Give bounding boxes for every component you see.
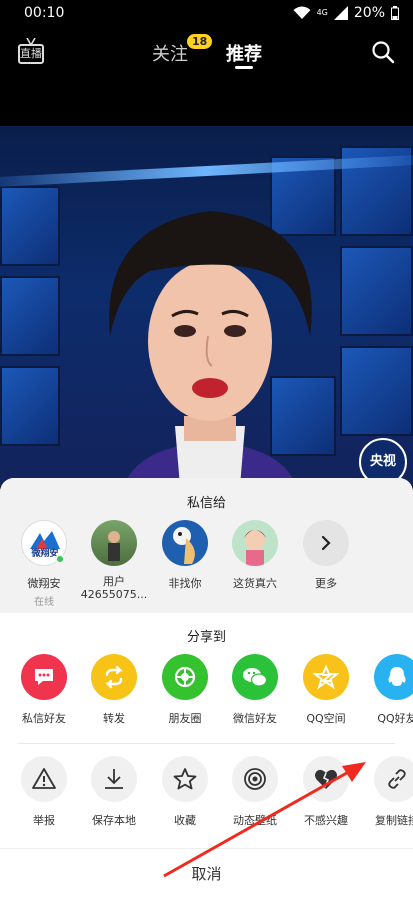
qzone-icon	[313, 664, 339, 690]
favorite-button[interactable]: 收藏	[150, 756, 220, 828]
more-circle	[303, 520, 349, 566]
contact-item[interactable]: 这货真六	[220, 520, 290, 591]
wechat-icon	[243, 668, 268, 687]
wallpaper-icon	[244, 768, 266, 790]
action-label: 动态壁纸	[233, 814, 277, 827]
share-qzone-button[interactable]: QQ空间	[291, 654, 361, 726]
battery-percent: 20%	[353, 5, 385, 21]
action-label: 举报	[33, 814, 55, 827]
contact-name: 这货真六	[233, 577, 277, 590]
tab-follow[interactable]: 关注	[152, 40, 188, 66]
action-circle	[232, 756, 278, 802]
share-moments-button[interactable]: 朋友圈	[150, 654, 220, 726]
action-label: 保存本地	[92, 814, 136, 827]
share-sheet: 私信给 微翔安 微翔安 在线 用户42655075... 非找你 这货真六 更多…	[0, 478, 413, 905]
online-indicator	[55, 554, 65, 564]
status-bar: 00:10 4G 20%	[0, 0, 413, 28]
battery-icon	[391, 6, 399, 20]
share-qq-button[interactable]: QQ好友	[362, 654, 413, 726]
action-circle	[21, 756, 67, 802]
share-label: QQ好友	[377, 712, 413, 725]
not-interested-button[interactable]: 不感兴趣	[291, 756, 361, 828]
tab-active-indicator	[235, 66, 253, 69]
status-icons: 4G 20%	[293, 5, 399, 21]
share-circle	[21, 654, 67, 700]
warning-icon	[32, 768, 56, 789]
action-label: 收藏	[174, 814, 196, 827]
share-label: 私信好友	[22, 712, 66, 725]
action-label: 不感兴趣	[304, 814, 348, 827]
share-label: 转发	[103, 712, 125, 725]
video-player[interactable]: 央视	[0, 126, 413, 486]
contact-name: 微翔安	[27, 577, 61, 590]
qq-icon	[388, 667, 406, 686]
private-message-section: 私信给 微翔安 微翔安 在线 用户42655075... 非找你 这货真六 更多	[0, 478, 413, 613]
share-to-title: 分享到	[186, 630, 226, 645]
save-local-button[interactable]: 保存本地	[79, 756, 149, 828]
link-icon	[388, 769, 406, 789]
action-circle	[303, 756, 349, 802]
share-label: QQ空间	[306, 712, 346, 725]
share-repost-button[interactable]: 转发	[79, 654, 149, 726]
share-circle	[162, 654, 208, 700]
avatar	[91, 520, 137, 566]
repost-icon	[105, 665, 123, 689]
action-circle	[91, 756, 137, 802]
contact-name: 用户42655075...	[80, 575, 148, 601]
network-type: 4G	[316, 8, 328, 17]
status-time: 00:10	[24, 5, 65, 21]
contact-item[interactable]: 微翔安 微翔安 在线	[9, 520, 79, 608]
share-circle	[232, 654, 278, 700]
share-label: 微信好友	[233, 712, 277, 725]
live-label: 直播	[18, 44, 44, 64]
share-circle	[91, 654, 137, 700]
wifi-icon	[293, 6, 311, 19]
broken-heart-icon	[315, 769, 337, 789]
action-circle	[374, 756, 413, 802]
copy-link-button[interactable]: 复制链接	[362, 756, 413, 828]
moments-icon	[174, 666, 196, 688]
chat-bubble-icon	[35, 669, 53, 685]
live-tv-button[interactable]: 直播	[18, 38, 46, 66]
avatar	[232, 520, 278, 566]
contact-name: 非找你	[168, 577, 202, 590]
news-anchor-image	[109, 211, 312, 486]
report-button[interactable]: 举报	[9, 756, 79, 828]
share-circle	[303, 654, 349, 700]
contact-status: 在线	[34, 597, 54, 608]
live-wallpaper-button[interactable]: 动态壁纸	[220, 756, 290, 828]
cancel-button[interactable]: 取消	[0, 849, 413, 899]
share-private-message-button[interactable]: 私信好友	[9, 654, 79, 726]
more-contacts-button[interactable]: 更多	[291, 520, 361, 591]
contact-item[interactable]: 用户42655075...	[79, 520, 149, 601]
more-label: 更多	[315, 577, 337, 590]
section-divider	[18, 743, 395, 744]
star-icon	[173, 768, 197, 790]
avatar	[162, 520, 208, 566]
share-label: 朋友圈	[168, 712, 202, 725]
chevron-right-icon	[321, 535, 331, 551]
signal-icon	[333, 6, 348, 20]
action-circle	[162, 756, 208, 802]
download-icon	[105, 769, 123, 789]
search-icon[interactable]	[371, 40, 395, 64]
share-circle	[374, 654, 413, 700]
private-message-title: 私信给	[186, 496, 226, 511]
top-nav: 直播 关注 18 推荐	[0, 28, 413, 78]
tab-recommend[interactable]: 推荐	[226, 40, 262, 66]
share-wechat-button[interactable]: 微信好友	[220, 654, 290, 726]
follow-count-badge: 18	[187, 34, 213, 49]
action-label: 复制链接	[375, 814, 413, 827]
contact-item[interactable]: 非找你	[150, 520, 220, 591]
